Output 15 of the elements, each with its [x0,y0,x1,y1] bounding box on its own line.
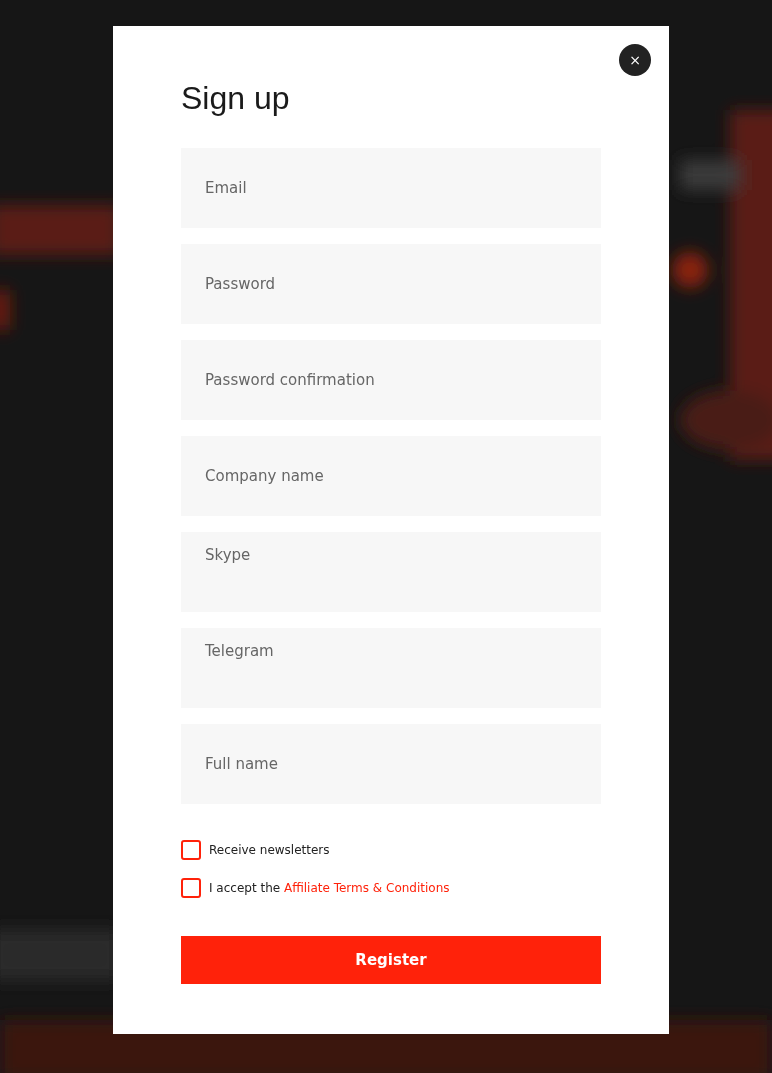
dialog-title: Sign up [181,80,291,116]
input-field[interactable]: Skype [181,532,601,612]
checkbox[interactable] [181,840,201,860]
input-field[interactable]: Email [181,148,601,228]
input-field[interactable]: Password [181,244,601,324]
input-field[interactable]: Password confirmation [181,340,601,420]
terms-link[interactable]: Affiliate Terms & Conditions [283,881,450,895]
input-field[interactable]: Company name [181,436,601,516]
close-button[interactable]: × [619,44,651,76]
checkbox[interactable] [181,878,201,898]
register-button[interactable]: Register [181,936,601,984]
checkbox-label: I accept the Affiliate Terms & Conditions [209,880,450,897]
input-field[interactable]: Full name [181,724,601,804]
checkbox-label: Receive newsletters [209,842,330,859]
input-field[interactable]: Telegram [181,628,601,708]
